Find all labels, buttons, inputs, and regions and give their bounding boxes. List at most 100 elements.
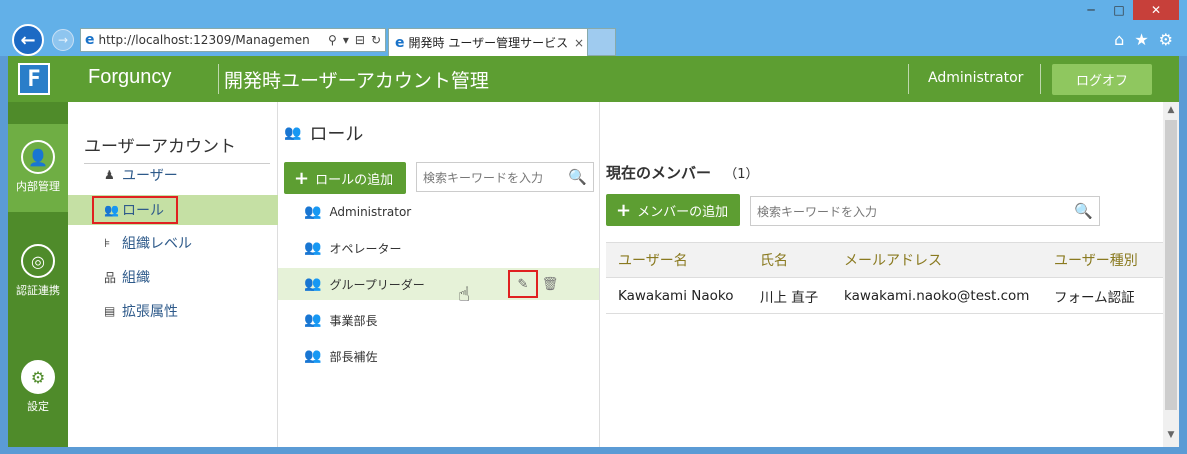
browser-chrome: ─ □ ✕ ← → e http://localhost:12309/Manag…: [0, 0, 1187, 56]
role-search-input[interactable]: 検索キーワードを入力 🔍: [416, 162, 594, 192]
favorites-icon[interactable]: ★: [1134, 30, 1148, 49]
group-icon: 👥: [304, 240, 322, 256]
close-window-button[interactable]: ✕: [1133, 0, 1179, 20]
role-item-administrator[interactable]: 👥 Administrator: [278, 196, 599, 228]
back-button[interactable]: ←: [12, 24, 44, 56]
role-item-division-head[interactable]: 👥 事業部長: [278, 304, 599, 336]
minimize-button[interactable]: ─: [1077, 0, 1105, 20]
current-user: Administrator: [928, 70, 1024, 86]
rail-item-auth[interactable]: ◎ 認証連携: [8, 236, 68, 316]
column-header[interactable]: メールアドレス: [832, 250, 1044, 270]
group-icon: 👥: [304, 348, 322, 364]
side-item-label: 拡張属性: [122, 304, 178, 320]
scroll-up-icon[interactable]: ▲: [1163, 102, 1179, 118]
tab-close-icon[interactable]: ×: [571, 36, 587, 50]
add-member-label: メンバーの追加: [637, 204, 729, 220]
trash-icon[interactable]: 🗑: [540, 272, 560, 296]
table-cell: フォーム認証: [1054, 289, 1135, 306]
highlight-box: [92, 196, 178, 224]
app-window: F Forguncy 開発時ユーザーアカウント管理 Administrator …: [8, 56, 1179, 447]
table-cell: Kawakami Naoko: [618, 287, 734, 304]
plus-icon: +: [294, 167, 310, 189]
members-panel: 現在のメンバー （1） + メンバーの追加 検索キーワードを入力 🔍 ユーザー名…: [600, 102, 1163, 447]
role-label: オペレーター: [329, 241, 402, 256]
side-item-label: ユーザー: [122, 168, 178, 184]
scroll-thumb[interactable]: [1165, 120, 1177, 410]
column-header[interactable]: 氏名: [746, 250, 832, 270]
ie-tab-icon: e: [395, 34, 405, 51]
browser-tab[interactable]: e 開発時 ユーザー管理サービス ×: [388, 28, 588, 56]
vertical-scrollbar[interactable]: ▲ ▼: [1163, 102, 1179, 447]
add-role-button[interactable]: + ロールの追加: [284, 162, 406, 194]
plus-icon: +: [616, 199, 632, 221]
rail-item-settings[interactable]: ⚙ 設定: [8, 352, 68, 432]
roles-header: 👥 ロール: [284, 120, 363, 146]
column-header[interactable]: ユーザー名: [606, 250, 746, 270]
header-divider: [908, 64, 909, 94]
header-divider: [1040, 64, 1041, 94]
forward-button[interactable]: →: [52, 29, 74, 51]
refresh-icon[interactable]: ↻: [371, 33, 381, 47]
side-item-users[interactable]: ♟ ユーザー: [68, 160, 278, 190]
forguncy-logo: F: [18, 63, 50, 95]
role-label: 事業部長: [329, 313, 378, 328]
rail-item-label: 認証連携: [16, 284, 60, 297]
role-label: Administrator: [329, 205, 412, 219]
side-item-label: 組織レベル: [122, 236, 192, 252]
role-item-group-leader[interactable]: 👥 グループリーダー ✎ 🗑: [278, 268, 599, 300]
maximize-button[interactable]: □: [1105, 0, 1133, 20]
logout-button[interactable]: ログオフ: [1052, 64, 1152, 95]
org-chart-icon: 品: [104, 270, 117, 285]
group-icon: 👥: [304, 276, 322, 292]
role-label: 部長補佐: [329, 349, 378, 364]
window-controls: ─ □ ✕: [1077, 0, 1179, 20]
column-header[interactable]: ユーザー種別: [1044, 250, 1163, 270]
table-header: ユーザー名 氏名 メールアドレス ユーザー種別: [606, 242, 1163, 278]
roles-panel: 👥 ロール + ロールの追加 検索キーワードを入力 🔍 👥 Administra…: [278, 102, 600, 447]
side-item-org-levels[interactable]: ⊧ 組織レベル: [68, 228, 278, 258]
browser-tools: ⌂ ★ ⚙: [1114, 30, 1173, 49]
side-item-extended-attributes[interactable]: ▤ 拡張属性: [68, 296, 278, 326]
icon-rail: 👤 内部管理 ◎ 認証連携 ⚙ 設定: [8, 102, 68, 447]
hand-cursor-icon: ☝: [458, 282, 471, 306]
user-admin-icon: 👤: [21, 140, 55, 174]
search-icon[interactable]: 🔍: [568, 168, 587, 186]
address-url: http://localhost:12309/Managemen: [98, 33, 310, 47]
table-row[interactable]: Kawakami Naoko 川上 直子 kawakami.naoko@test…: [606, 278, 1163, 314]
table-cell: 川上 直子: [760, 289, 819, 306]
app-header: F Forguncy 開発時ユーザーアカウント管理 Administrator …: [8, 56, 1179, 102]
page-title: 開発時ユーザーアカウント管理: [224, 70, 489, 92]
rail-item-internal[interactable]: 👤 内部管理: [8, 124, 68, 212]
address-bar[interactable]: e http://localhost:12309/Managemen ⚲ ▾ ⊟…: [80, 28, 386, 52]
side-item-label: 組織: [122, 270, 150, 286]
dropdown-icon[interactable]: ▾: [343, 33, 349, 47]
role-item-operator[interactable]: 👥 オペレーター: [278, 232, 599, 264]
add-member-button[interactable]: + メンバーの追加: [606, 194, 740, 226]
compat-icon[interactable]: ⊟: [355, 33, 365, 47]
member-search-input[interactable]: 検索キーワードを入力 🔍: [750, 196, 1100, 226]
new-tab-button[interactable]: [588, 28, 616, 56]
scroll-down-icon[interactable]: ▼: [1163, 427, 1179, 443]
members-header: 現在のメンバー （1）: [606, 162, 759, 183]
side-item-org[interactable]: 品 組織: [68, 262, 278, 292]
home-icon[interactable]: ⌂: [1114, 30, 1124, 49]
search-icon[interactable]: ⚲: [328, 33, 337, 47]
brand-name: Forguncy: [88, 66, 172, 88]
roles-title: ロール: [309, 124, 364, 145]
role-label: グループリーダー: [329, 277, 425, 292]
auth-link-icon: ◎: [21, 244, 55, 278]
members-table: ユーザー名 氏名 メールアドレス ユーザー種別 Kawakami Naoko 川…: [606, 242, 1163, 314]
role-search-placeholder: 検索キーワードを入力: [423, 170, 544, 185]
role-item-assistant-manager[interactable]: 👥 部長補佐: [278, 340, 599, 372]
member-search-placeholder: 検索キーワードを入力: [757, 204, 878, 219]
add-role-label: ロールの追加: [315, 172, 394, 188]
address-tools: ⚲ ▾ ⊟ ↻: [328, 33, 385, 47]
group-icon: 👥: [304, 312, 322, 328]
search-icon[interactable]: 🔍: [1074, 202, 1093, 220]
members-count: （1）: [724, 167, 759, 182]
gear-icon[interactable]: ⚙: [1159, 30, 1173, 49]
attribute-icon: ▤: [104, 304, 116, 318]
rail-item-label: 設定: [27, 400, 49, 413]
side-menu: ユーザーアカウント ♟ ユーザー 👥 ロール ⊧ 組織レベル 品 組織 ▤ 拡張…: [68, 102, 278, 447]
header-divider: [218, 64, 219, 94]
